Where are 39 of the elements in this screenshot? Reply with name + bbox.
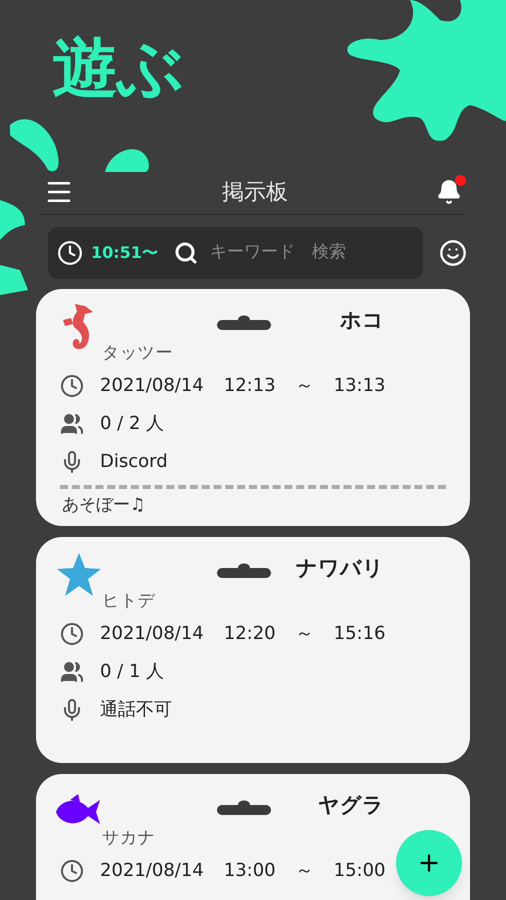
search-bar[interactable]: 10:51〜 キーワード 検索 (48, 227, 423, 279)
range-mark: ～ (296, 622, 314, 646)
voice-chat: Discord (100, 450, 168, 474)
post-card[interactable]: ホコ タッツー 2021/08/14 12:13 ～ 13:13 0 / 2 人 Discord あそぼー♫ (36, 289, 470, 526)
page-title: 掲示板 (222, 178, 288, 206)
voice-chat: 通話不可 (100, 698, 172, 722)
start-time: 12:13 (224, 374, 276, 398)
date-text: 2021/08/14 (100, 622, 204, 646)
mode-label: ナワバリ (296, 555, 384, 582)
user-name: タッツー (102, 342, 174, 365)
comment-text: あそぼー♫ (62, 494, 146, 516)
post-card[interactable]: ヤグラ サカナ 2021/08/14 13:00 ～ 15:00 (36, 774, 470, 900)
clock-icon (60, 622, 84, 646)
member-count: 0 / 2 人 (100, 412, 164, 436)
search-icon (174, 241, 198, 265)
clock-icon (60, 858, 84, 882)
clock-icon (60, 374, 84, 398)
user-name: サカナ (102, 827, 157, 850)
end-time: 15:16 (334, 622, 386, 646)
people-icon (60, 660, 84, 684)
member-count: 0 / 1 人 (100, 660, 164, 684)
start-time: 12:20 (224, 622, 276, 646)
time-filter[interactable]: 10:51〜 (91, 241, 158, 265)
people-icon (60, 412, 84, 436)
mode-label: ホコ (340, 307, 384, 334)
range-mark: ～ (296, 859, 314, 883)
user-name: ヒトデ (102, 590, 157, 613)
start-time: 13:00 (224, 859, 276, 883)
smiley-icon[interactable] (439, 239, 467, 267)
post-card[interactable]: ナワバリ ヒトデ 2021/08/14 12:20 ～ 15:16 0 / 1 人 通話不可 (36, 537, 470, 763)
end-time: 15:00 (334, 859, 386, 883)
date-text: 2021/08/14 (100, 859, 204, 883)
date-text: 2021/08/14 (100, 374, 204, 398)
mode-label: ヤグラ (318, 792, 384, 819)
app-logo: 遊ぶ (52, 28, 183, 108)
end-time: 13:13 (334, 374, 386, 398)
range-mark: ～ (296, 374, 314, 398)
keyword-field[interactable]: キーワード 検索 (210, 240, 410, 266)
clock-icon (57, 240, 83, 266)
